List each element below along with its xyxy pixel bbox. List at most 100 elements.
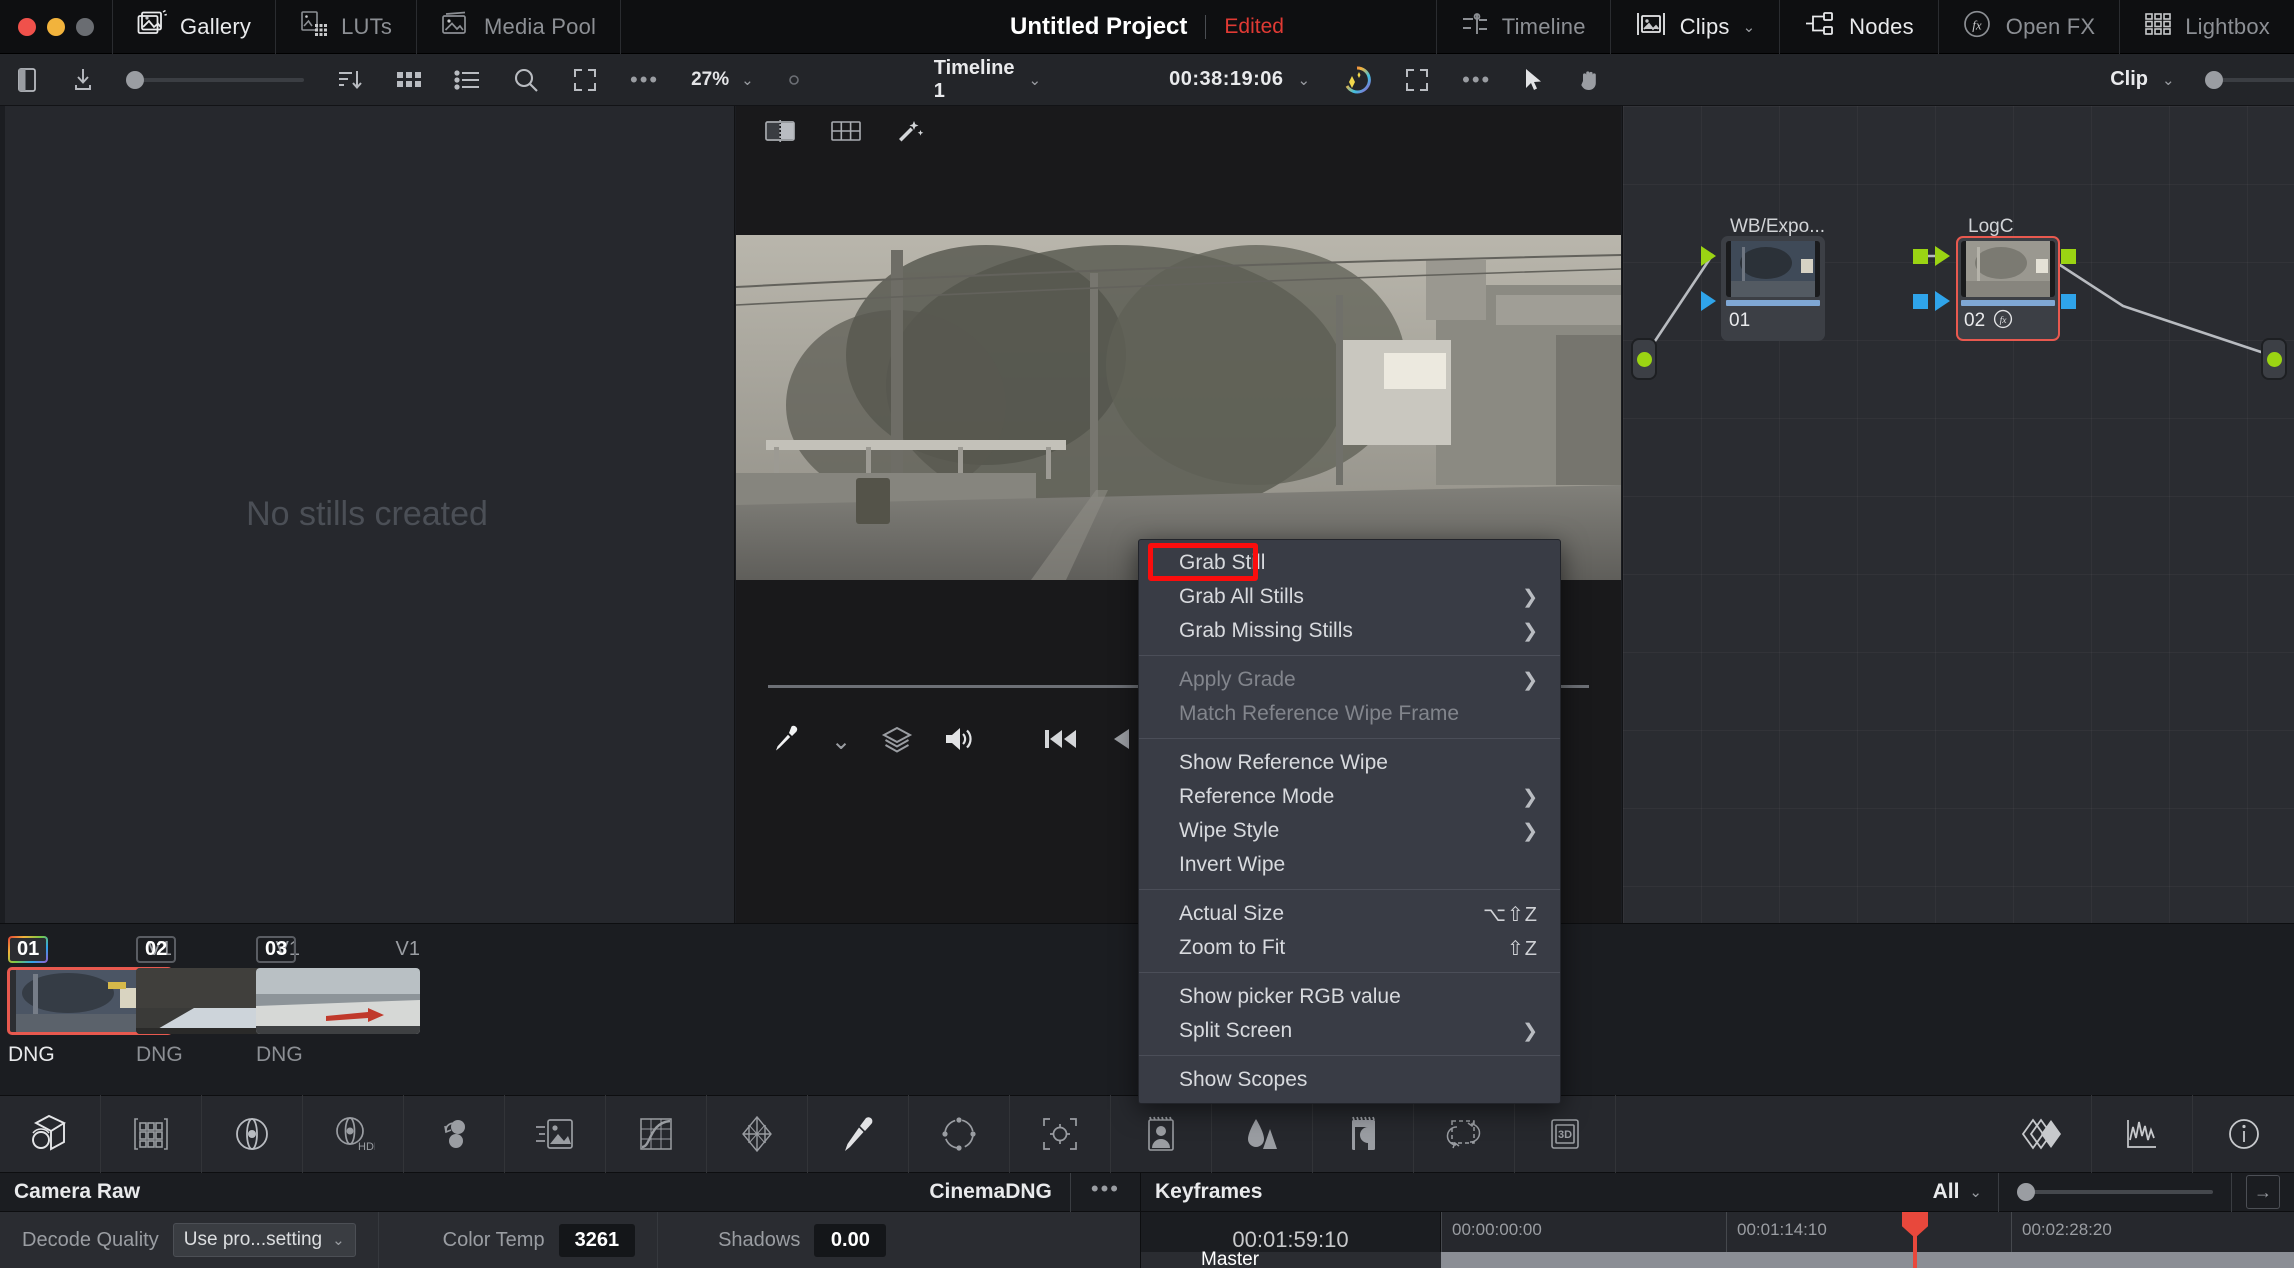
node-size-slider[interactable]: [2191, 54, 2294, 106]
gallery-panel[interactable]: No stills created: [0, 106, 735, 923]
node-02[interactable]: 02 fx: [1956, 236, 2060, 341]
node-02-output-key[interactable]: [2061, 294, 2076, 309]
tab-media-pool[interactable]: Media Pool: [417, 0, 620, 54]
blur-icon[interactable]: [1212, 1095, 1313, 1173]
output-node[interactable]: [2261, 338, 2287, 380]
menu-item-show-picker-rgb-value[interactable]: Show picker RGB value: [1139, 980, 1560, 1014]
gallery-size-slider[interactable]: [112, 54, 320, 106]
stabilizer-icon[interactable]: [1991, 1095, 2092, 1173]
gallery-more-options-icon[interactable]: •••: [614, 54, 675, 106]
tab-lightbox[interactable]: Lightbox: [2120, 0, 2294, 54]
panel-toggle-icon[interactable]: [0, 54, 54, 106]
magic-wand-icon[interactable]: [896, 118, 924, 149]
color-wheels-icon[interactable]: [202, 1095, 303, 1173]
motion-effects-icon[interactable]: [505, 1095, 606, 1173]
tab-nodes[interactable]: Nodes: [1780, 0, 1938, 54]
viewer-more-options-icon[interactable]: •••: [1446, 54, 1507, 106]
filmstrip-clip-03[interactable]: 03 V1 DNG: [256, 934, 420, 1067]
camera-raw-more-options-icon[interactable]: •••: [1071, 1183, 1140, 1201]
menu-item-grab-all-stills[interactable]: Grab All Stills ❯: [1139, 580, 1560, 614]
menu-item-invert-wipe[interactable]: Invert Wipe: [1139, 848, 1560, 882]
color-match-icon[interactable]: [101, 1095, 202, 1173]
keyframes-track[interactable]: [1441, 1252, 2294, 1268]
node-02-input-rgb[interactable]: [1935, 246, 1950, 266]
node-01-output-rgb[interactable]: [1913, 249, 1928, 264]
arrow-cursor-icon[interactable]: [1507, 54, 1561, 106]
maximize-window-icon[interactable]: [76, 18, 94, 36]
info-icon[interactable]: [2193, 1095, 2294, 1173]
output-connector-dot[interactable]: [2267, 352, 2282, 367]
grid-overlay-icon[interactable]: [830, 119, 862, 148]
chevron-down-icon[interactable]: ⌄: [741, 71, 754, 89]
audio-icon[interactable]: [943, 725, 975, 758]
window-controls[interactable]: [0, 18, 112, 36]
scopes-icon[interactable]: [2092, 1095, 2193, 1173]
3d-icon[interactable]: 3D: [1515, 1095, 1616, 1173]
tab-gallery[interactable]: Gallery: [113, 0, 275, 54]
chevron-down-icon[interactable]: ⌄: [1029, 71, 1042, 89]
menu-item-actual-size[interactable]: Actual Size ⌥⇧Z: [1139, 897, 1560, 931]
viewer-fullscreen-icon[interactable]: [1388, 54, 1446, 106]
node-01-output-key[interactable]: [1913, 294, 1928, 309]
key-icon[interactable]: [1313, 1095, 1414, 1173]
source-node[interactable]: [1631, 338, 1657, 380]
chevron-down-icon[interactable]: ⌄: [1959, 1183, 1998, 1201]
keyframes-zoom-slider[interactable]: [1999, 1190, 2231, 1194]
tab-timeline[interactable]: Timeline: [1437, 0, 1610, 54]
search-icon[interactable]: [496, 54, 556, 106]
keyframes-expand-button[interactable]: →: [2232, 1175, 2294, 1209]
menu-item-reference-mode[interactable]: Reference Mode ❯: [1139, 780, 1560, 814]
node-01-input-rgb[interactable]: [1701, 246, 1716, 266]
timeline-selector[interactable]: Timeline 1 ⌄: [918, 54, 1057, 106]
menu-item-wipe-style[interactable]: Wipe Style ❯: [1139, 814, 1560, 848]
decode-quality-select[interactable]: Use pro...setting ⌄: [173, 1223, 356, 1257]
chevron-down-icon[interactable]: ⌄: [332, 1231, 345, 1249]
split-view-icon[interactable]: [764, 119, 796, 148]
slider-handle[interactable]: [2205, 71, 2223, 89]
close-window-icon[interactable]: [18, 18, 36, 36]
arrow-right-icon[interactable]: →: [2246, 1175, 2280, 1209]
color-temp-value[interactable]: 3261: [559, 1224, 636, 1257]
node-01[interactable]: 01: [1721, 236, 1825, 341]
playhead[interactable]: [1913, 1212, 1917, 1268]
keyframes-master-row[interactable]: Master: [1141, 1252, 1441, 1268]
grid-view-icon[interactable]: [380, 54, 438, 106]
zoom-fit-indicator[interactable]: [770, 54, 818, 106]
play-reverse-icon[interactable]: [1109, 725, 1137, 758]
import-still-icon[interactable]: [54, 54, 112, 106]
menu-item-split-screen[interactable]: Split Screen ❯: [1139, 1014, 1560, 1048]
sizing-icon[interactable]: [1414, 1095, 1515, 1173]
menu-item-show-reference-wipe[interactable]: Show Reference Wipe: [1139, 746, 1560, 780]
jump-to-start-icon[interactable]: [1043, 725, 1079, 758]
color-warper-icon[interactable]: [707, 1095, 808, 1173]
menu-item-show-scopes[interactable]: Show Scopes: [1139, 1063, 1560, 1097]
playhead-handle[interactable]: [1902, 1212, 1928, 1238]
clip-03-thumbnail[interactable]: [256, 968, 420, 1034]
sort-icon[interactable]: [320, 54, 380, 106]
curves-icon[interactable]: [606, 1095, 707, 1173]
slider-handle[interactable]: [2017, 1183, 2035, 1201]
node-02-output-rgb[interactable]: [2061, 249, 2076, 264]
chevron-down-icon[interactable]: ⌄: [2162, 71, 2175, 89]
source-connector-dot[interactable]: [1637, 352, 1652, 367]
fullscreen-icon[interactable]: [556, 54, 614, 106]
color-picker-icon[interactable]: [771, 724, 801, 759]
tab-luts[interactable]: LUTs: [276, 0, 416, 54]
node-02-input-key[interactable]: [1935, 291, 1950, 311]
camera-raw-icon[interactable]: [0, 1095, 101, 1173]
zoom-level-selector[interactable]: 27% ⌄: [675, 54, 770, 106]
color-enhance-icon[interactable]: [1326, 54, 1388, 106]
menu-item-grab-missing-stills[interactable]: Grab Missing Stills ❯: [1139, 614, 1560, 648]
tab-clips[interactable]: Clips ⌄: [1611, 0, 1779, 54]
node-graph-panel[interactable]: WB/Expo... 01: [1622, 106, 2294, 923]
layers-icon[interactable]: [881, 724, 913, 759]
shadows-value[interactable]: 0.00: [814, 1224, 886, 1257]
node-02-fx-icon[interactable]: fx: [1993, 309, 2013, 334]
rgb-mixer-icon[interactable]: [404, 1095, 505, 1173]
tab-open-fx[interactable]: fx Open FX: [1939, 0, 2119, 54]
menu-item-grab-still[interactable]: Grab Still: [1139, 546, 1560, 580]
chevron-down-icon[interactable]: ⌄: [1298, 71, 1311, 89]
node-scope-selector[interactable]: Clip ⌄: [2094, 54, 2190, 106]
timecode-display[interactable]: 00:38:19:06 ⌄: [1153, 54, 1326, 106]
keyframes-ruler[interactable]: 00:00:00:00 00:01:14:10 00:02:28:20: [1441, 1212, 2294, 1268]
